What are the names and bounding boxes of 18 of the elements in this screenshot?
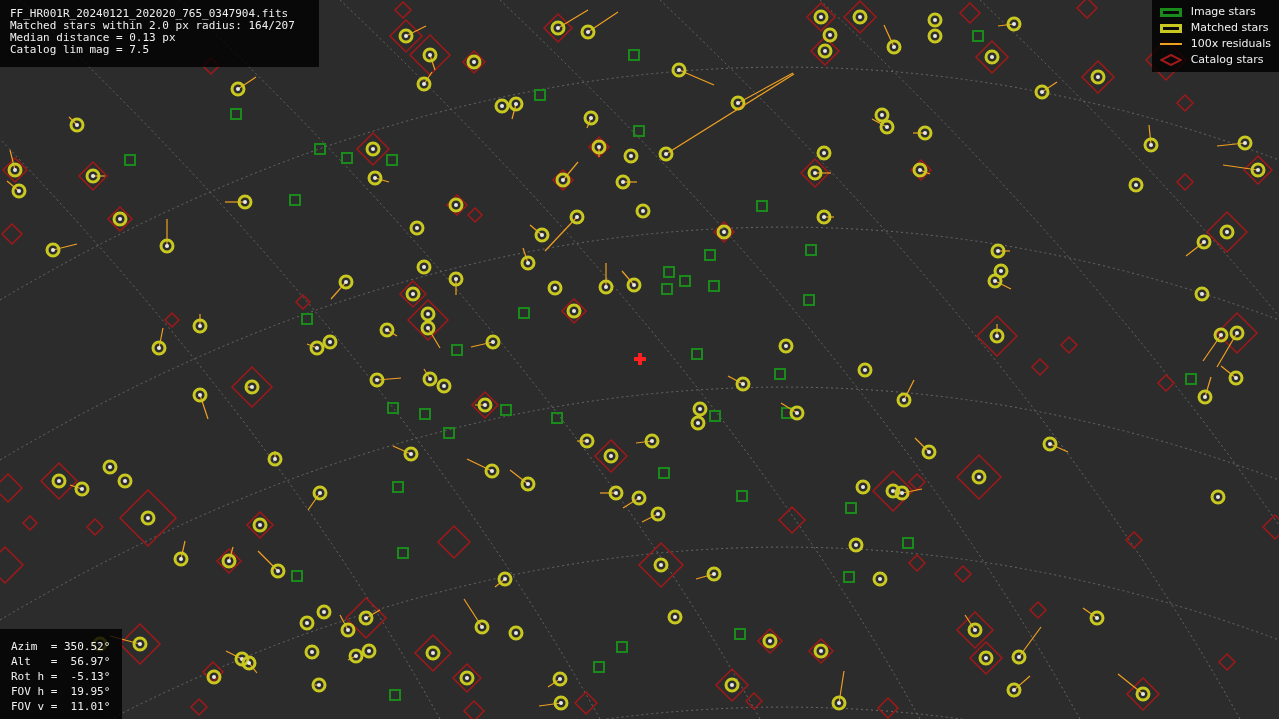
- diamond-marker-icon: [1159, 54, 1182, 66]
- legend-label: Catalog stars: [1190, 51, 1264, 68]
- line-marker-icon: [1159, 43, 1182, 45]
- info-text: FF_HR001R_20240121_202020_765_0347904.fits: [10, 8, 290, 20]
- center-cross-icon: [634, 353, 646, 365]
- legend-label: 100x residuals: [1190, 35, 1271, 52]
- square-marker-icon: [1159, 7, 1182, 17]
- square-marker-icon: [1159, 23, 1182, 33]
- pointing-text: Azim = 350.52°: [11, 639, 111, 654]
- legend-label: Image stars: [1190, 3, 1256, 20]
- info-text: Matched stars within 2.0 px radius: 164/207: [10, 20, 296, 32]
- pointing-text: FOV h = 19.95°: [11, 684, 111, 699]
- legend-label: Matched stars: [1190, 19, 1269, 36]
- pointing-text: Alt = 56.97°: [11, 654, 111, 669]
- pointing-text: Rot h = -5.13°: [11, 669, 111, 684]
- info-text: Median distance = 0.13 px: [10, 32, 177, 44]
- pointing-text: FOV v = 11.01°: [11, 699, 111, 714]
- info-text: Catalog lim mag = 7.5: [10, 44, 151, 56]
